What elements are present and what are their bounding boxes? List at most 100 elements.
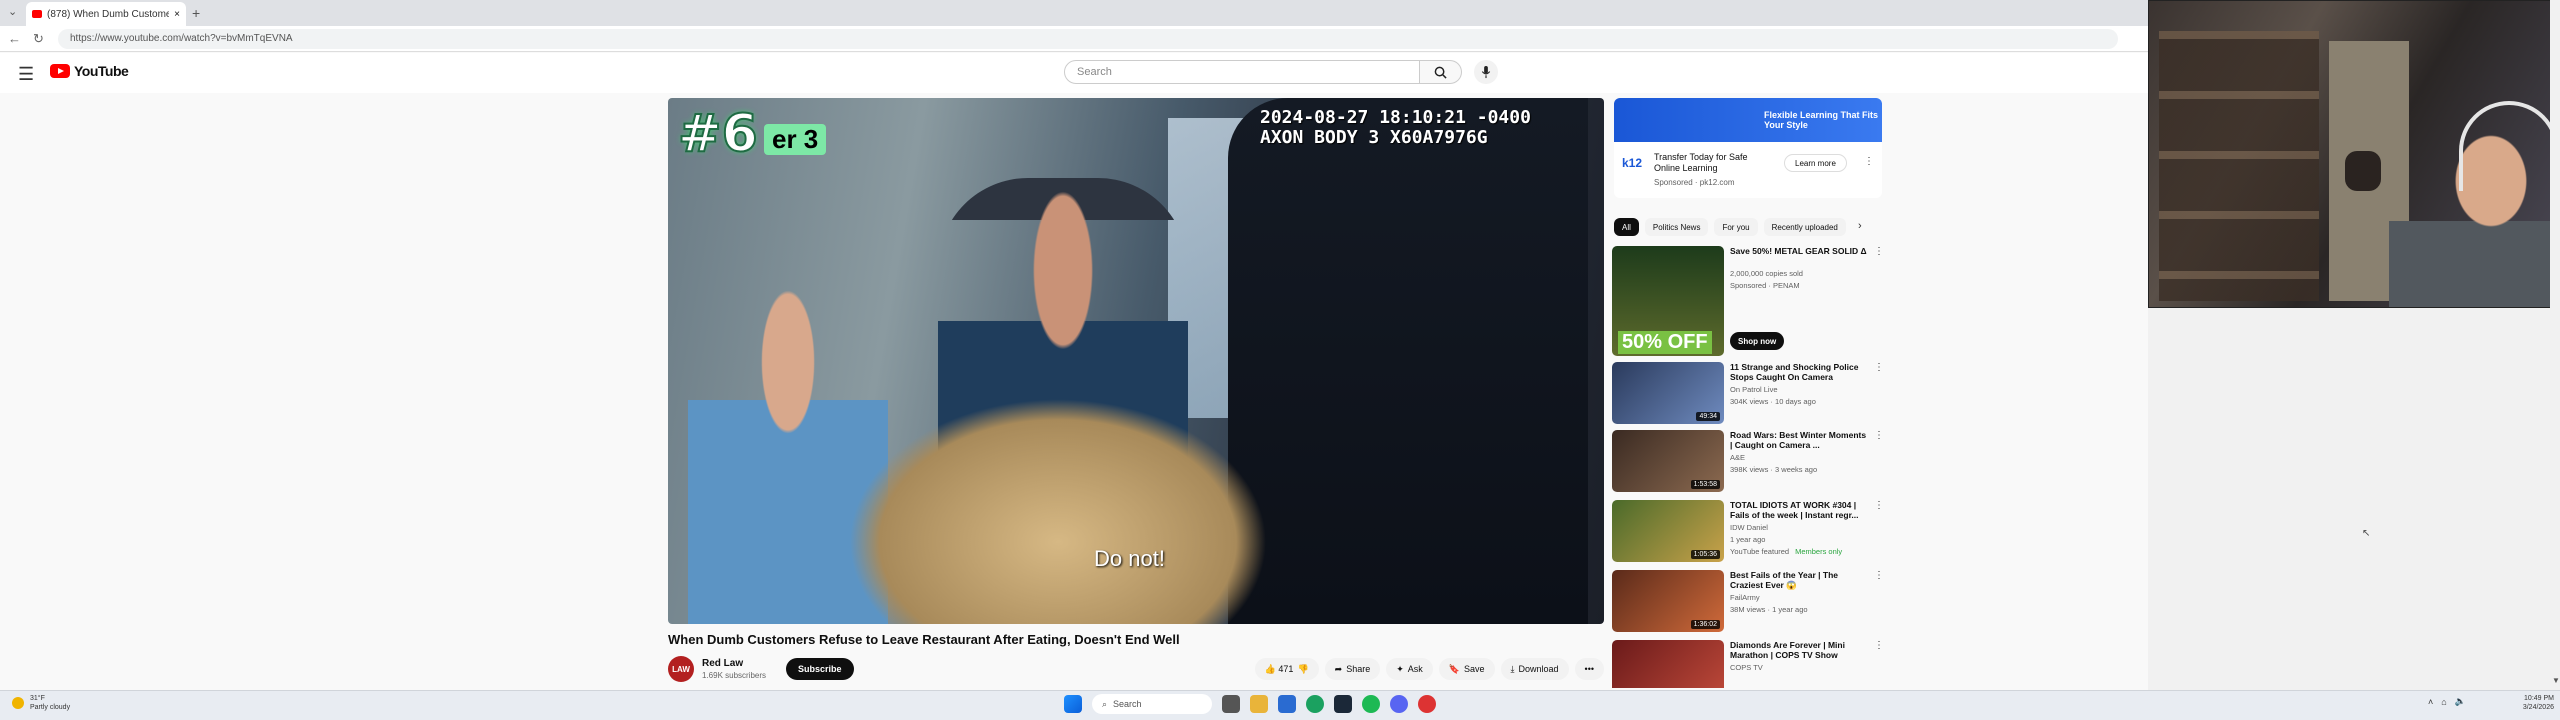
volume-icon[interactable]: 🔈 xyxy=(2455,696,2466,707)
share-button[interactable]: ➦ Share xyxy=(1324,658,1381,680)
share-icon: ➦ xyxy=(1334,663,1343,674)
recommendation-channel[interactable]: IDW Daniel xyxy=(1730,523,1768,532)
windows-start-icon[interactable] xyxy=(1064,695,1082,713)
recommendation-title[interactable]: TOTAL IDIOTS AT WORK #304 | Fails of the… xyxy=(1730,500,1870,520)
like-button[interactable]: 👍 471 xyxy=(1265,664,1294,675)
voice-search-button[interactable] xyxy=(1474,60,1498,84)
more-vert-icon[interactable]: ⋮ xyxy=(1874,500,1884,511)
thumb-promo-text: 50% OFF xyxy=(1618,331,1712,354)
shop-now-button[interactable]: Shop now xyxy=(1730,332,1785,350)
page-scrollbar[interactable] xyxy=(2550,0,2560,690)
recommendation-meta: 1 year ago xyxy=(1730,535,1766,544)
microphone-icon xyxy=(1481,65,1491,78)
dislike-button[interactable]: 👎 xyxy=(1297,664,1308,675)
browser-tab[interactable]: (878) When Dumb Customers × xyxy=(26,2,186,26)
chrome-icon[interactable] xyxy=(1306,695,1324,713)
sidebar-ad[interactable]: Flexible Learning That Fits Your Style k… xyxy=(1614,98,1882,198)
recommendation-item[interactable]: 1:36:02 Best Fails of the Year | The Cra… xyxy=(1612,570,1884,636)
scroll-down-arrow-icon[interactable]: ▼ xyxy=(2552,676,2560,685)
youtube-favicon-icon xyxy=(32,10,42,18)
more-vert-icon[interactable]: ⋮ xyxy=(1874,246,1884,257)
tab-close-icon[interactable]: × xyxy=(174,9,180,20)
ask-button[interactable]: ✦ Ask xyxy=(1386,658,1433,680)
webcam-shelf xyxy=(2159,31,2319,301)
more-vert-icon[interactable]: ⋮ xyxy=(1874,640,1884,651)
video-player[interactable]: er 3 #6 2024-08-27 18:10:21 -0400 AXON B… xyxy=(668,98,1604,624)
chip-for-you[interactable]: For you xyxy=(1714,218,1758,236)
ad-more-icon[interactable]: ⋮ xyxy=(1864,156,1874,167)
obs-icon[interactable] xyxy=(1418,695,1436,713)
search-input[interactable]: Search xyxy=(1064,60,1420,84)
more-vert-icon[interactable]: ⋮ xyxy=(1874,430,1884,441)
app-icon[interactable] xyxy=(1278,695,1296,713)
recommendation-thumbnail[interactable] xyxy=(1612,640,1724,688)
recommendation-title[interactable]: 11 Strange and Shocking Police Stops Cau… xyxy=(1730,362,1870,382)
taskbar-search-label: Search xyxy=(1113,699,1142,709)
recommendation-thumbnail[interactable]: 1:05:36 xyxy=(1612,500,1724,562)
channel-name[interactable]: Red Law xyxy=(702,658,743,669)
weather-temp: 31°F xyxy=(30,695,45,702)
download-button[interactable]: ⤓ Download xyxy=(1500,658,1569,680)
recommendation-item[interactable]: 49:34 11 Strange and Shocking Police Sto… xyxy=(1612,362,1884,428)
recommendation-channel[interactable]: A&E xyxy=(1730,453,1745,462)
chevron-right-icon[interactable]: › xyxy=(1858,220,1862,232)
chevron-up-icon[interactable]: ˄ xyxy=(2428,697,2433,707)
more-vert-icon[interactable]: ⋮ xyxy=(1874,362,1884,373)
recommendation-meta: 304K views · 10 days ago xyxy=(1730,397,1816,406)
clock-time: 10:49 PM xyxy=(2524,695,2554,702)
recommendation-meta: 398K views · 3 weeks ago xyxy=(1730,465,1818,474)
back-arrow-icon[interactable]: ← xyxy=(8,31,21,47)
recommendation-channel[interactable]: FailArmy xyxy=(1730,593,1760,602)
more-actions-button[interactable]: ••• xyxy=(1574,658,1604,680)
new-tab-button[interactable]: + xyxy=(192,5,200,21)
recommendation-thumbnail[interactable]: 49:34 xyxy=(1612,362,1724,424)
url-field[interactable]: https://www.youtube.com/watch?v=bvMmTqEV… xyxy=(58,29,2118,49)
recommendation-item[interactable]: 1:53:58 Road Wars: Best Winter Moments |… xyxy=(1612,430,1884,496)
recommendation-item[interactable]: 50% OFF Save 50%! METAL GEAR SOLID Δ 2,0… xyxy=(1612,246,1884,358)
chip-all[interactable]: All xyxy=(1614,218,1639,236)
channel-avatar[interactable]: LAW xyxy=(668,656,694,682)
recommendation-meta: Sponsored · PENAM xyxy=(1730,281,1800,290)
chip-politics-news[interactable]: Politics News xyxy=(1644,218,1709,236)
file-explorer-icon[interactable] xyxy=(1250,695,1268,713)
discord-icon[interactable] xyxy=(1390,695,1408,713)
menu-icon[interactable]: ☰ xyxy=(18,64,34,85)
sun-icon xyxy=(12,697,24,709)
subscribe-button[interactable]: Subscribe xyxy=(786,658,854,680)
task-view-icon[interactable] xyxy=(1222,695,1240,713)
bodycam-line-2: AXON BODY 3 X60A7976G xyxy=(1260,127,1488,148)
taskbar-search[interactable]: ⌕ Search xyxy=(1092,694,1212,714)
thumbs-down-icon: 👎 xyxy=(1297,663,1309,674)
tab-title: (878) When Dumb Customers xyxy=(47,8,170,20)
download-label: Download xyxy=(1518,664,1559,674)
more-vert-icon[interactable]: ⋮ xyxy=(1874,570,1884,581)
chip-recently-uploaded[interactable]: Recently uploaded xyxy=(1763,218,1846,236)
network-icon[interactable]: ⌂ xyxy=(2441,697,2446,707)
recommendation-thumbnail[interactable]: 50% OFF xyxy=(1612,246,1724,356)
recommendation-title[interactable]: Diamonds Are Forever | Mini Marathon | C… xyxy=(1730,640,1870,660)
recommendation-channel[interactable]: COPS TV xyxy=(1730,663,1763,672)
reload-icon[interactable]: ↻ xyxy=(33,31,44,47)
tab-search-chevron-icon[interactable]: ⌄ xyxy=(8,5,17,18)
like-dislike-group: 👍 471 👎 xyxy=(1254,658,1319,680)
weather-widget[interactable]: 31°F Partly cloudy xyxy=(12,694,70,712)
youtube-play-icon xyxy=(50,64,70,78)
recommendation-badges: YouTube featured Members only xyxy=(1730,547,1842,556)
system-clock[interactable]: 10:49 PM 3/24/2026 xyxy=(2504,694,2554,712)
ad-learn-more-button[interactable]: Learn more xyxy=(1784,154,1847,172)
recommendation-title[interactable]: Road Wars: Best Winter Moments | Caught … xyxy=(1730,430,1870,450)
recommendation-title[interactable]: Best Fails of the Year | The Craziest Ev… xyxy=(1730,570,1870,590)
download-icon: ⤓ xyxy=(1510,663,1515,674)
recommendation-item[interactable]: 1:05:36 TOTAL IDIOTS AT WORK #304 | Fail… xyxy=(1612,500,1884,566)
recommendation-thumbnail[interactable]: 1:36:02 xyxy=(1612,570,1724,632)
search-button[interactable] xyxy=(1420,60,1462,84)
steam-icon[interactable] xyxy=(1334,695,1352,713)
recommendation-thumbnail[interactable]: 1:53:58 xyxy=(1612,430,1724,492)
recommendation-channel[interactable]: On Patrol Live xyxy=(1730,385,1778,394)
recommendation-item[interactable]: Diamonds Are Forever | Mini Marathon | C… xyxy=(1612,640,1884,688)
save-button[interactable]: 🔖 Save xyxy=(1438,658,1495,680)
search-icon xyxy=(1434,66,1447,79)
spotify-icon[interactable] xyxy=(1362,695,1380,713)
youtube-logo[interactable]: YouTube xyxy=(50,63,129,79)
recommendation-title[interactable]: Save 50%! METAL GEAR SOLID Δ xyxy=(1730,246,1870,256)
